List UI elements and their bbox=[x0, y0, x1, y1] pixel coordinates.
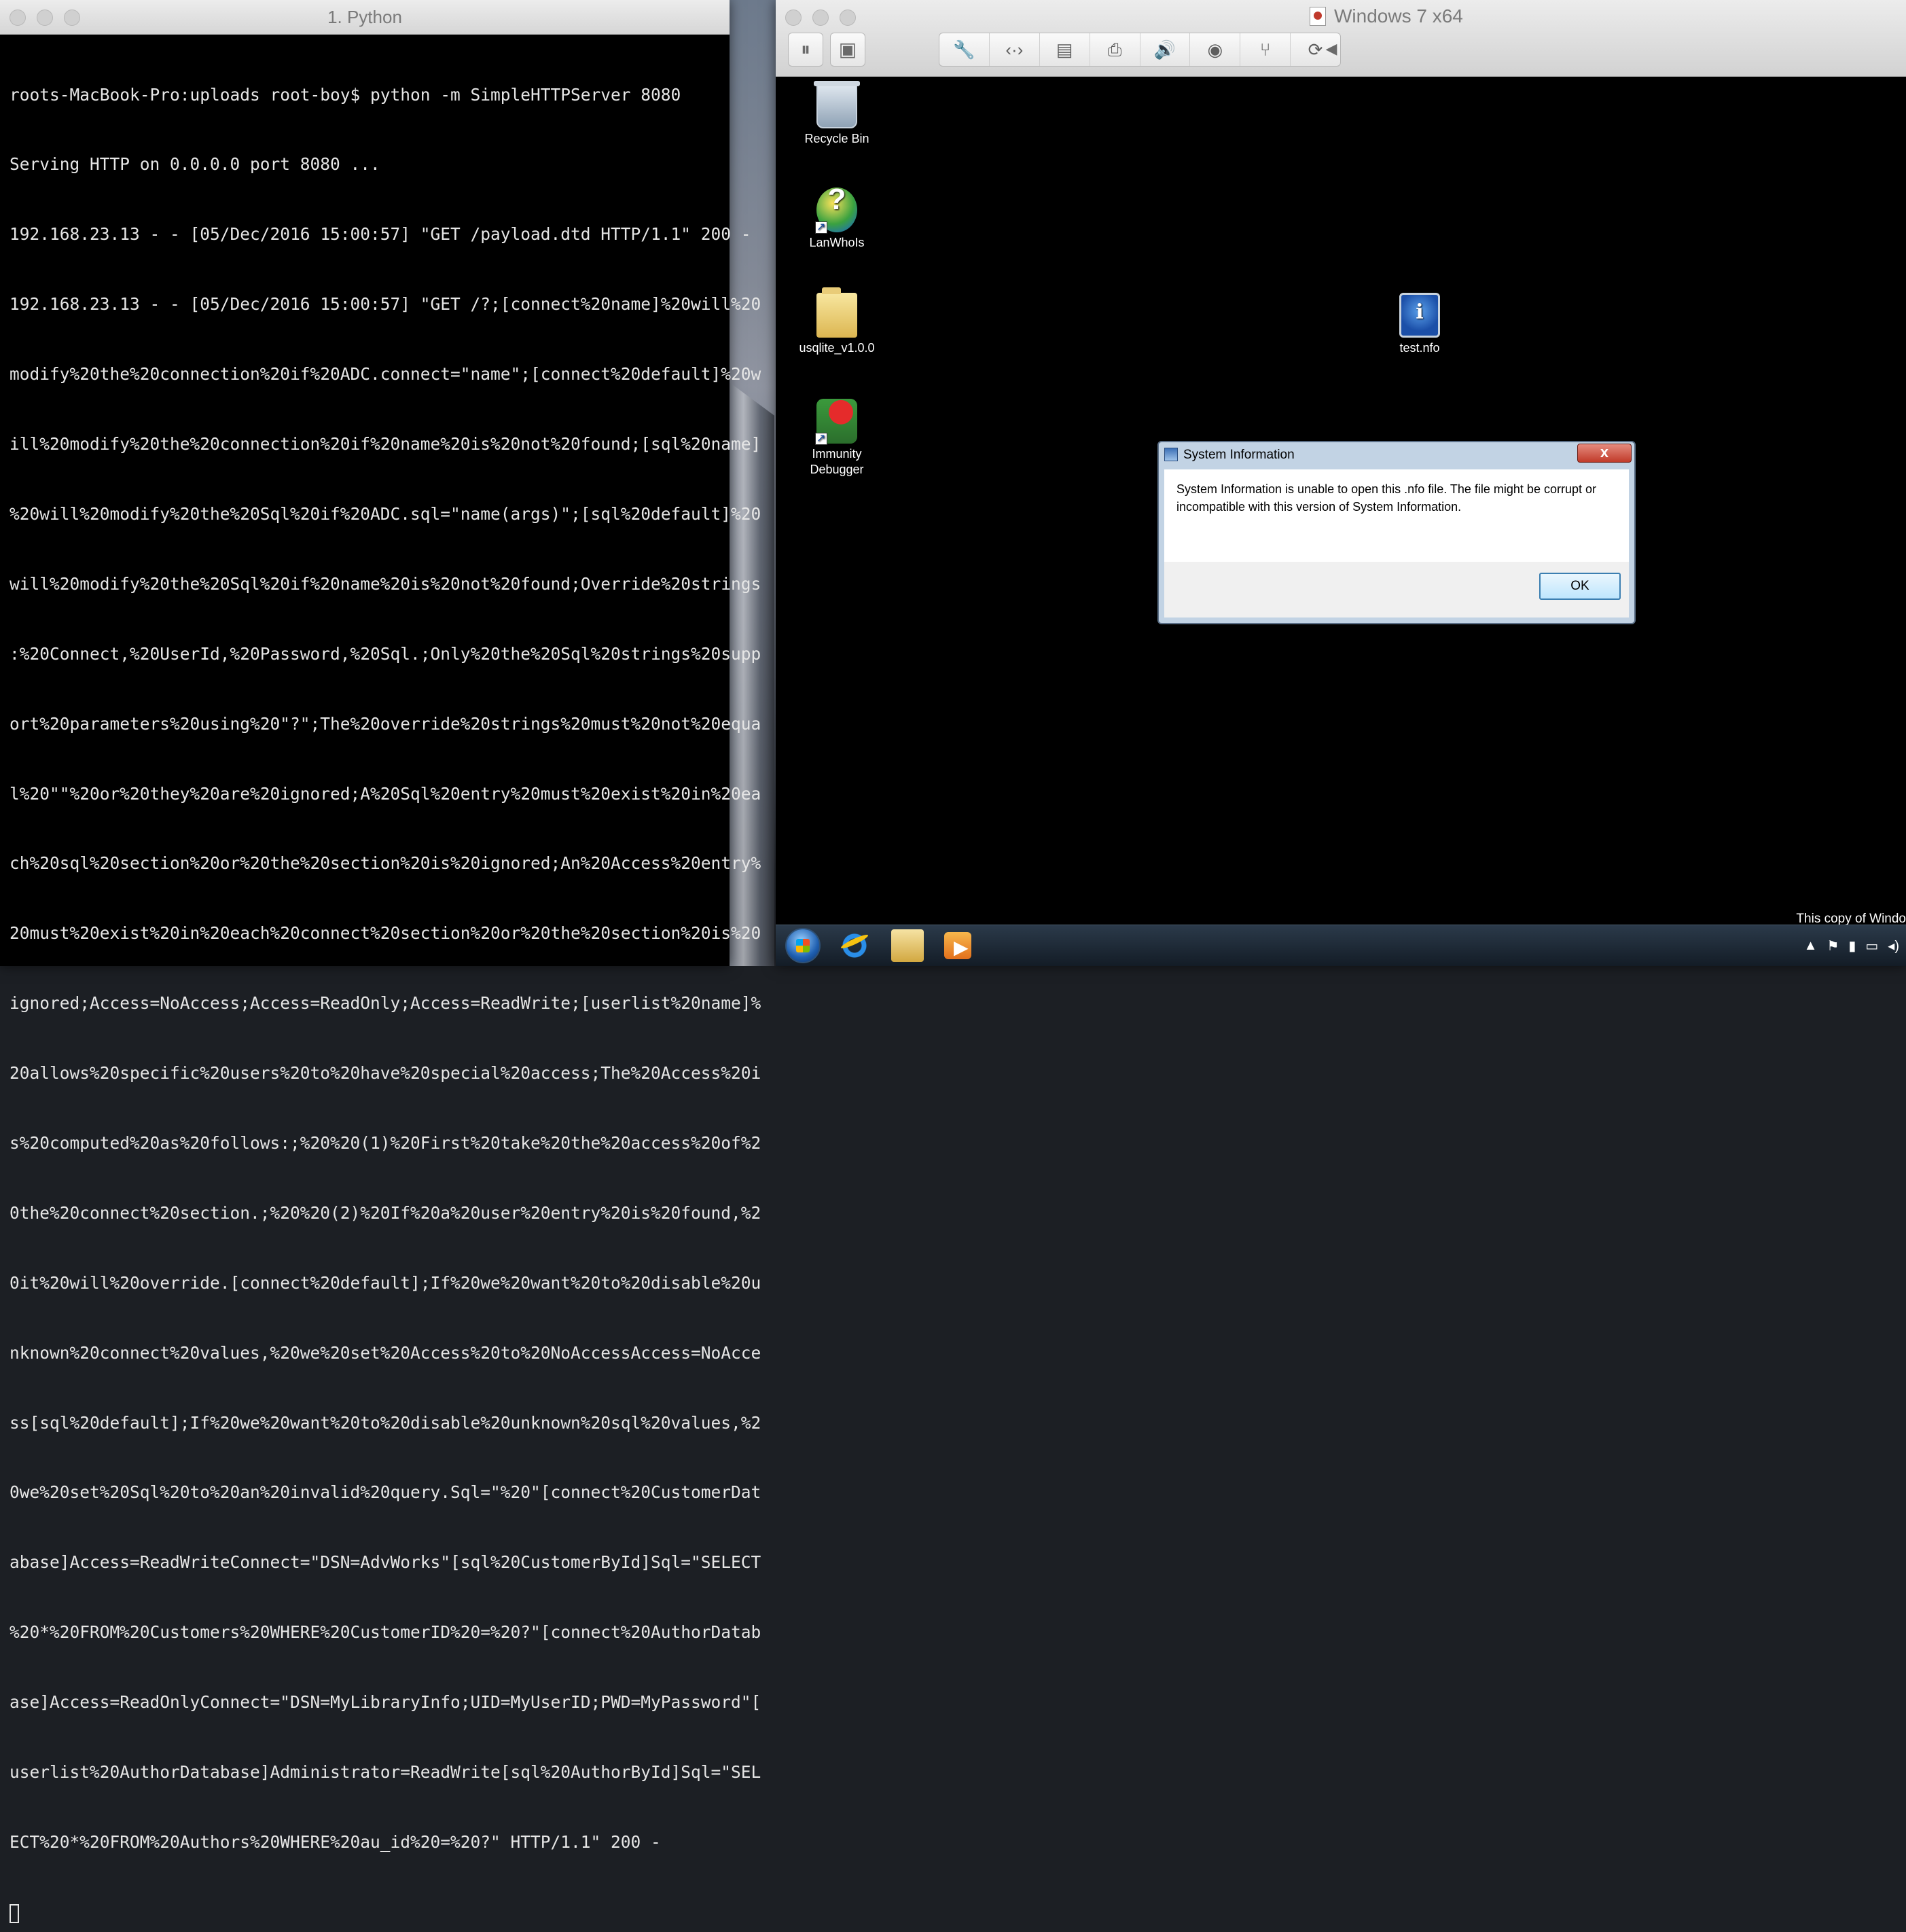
recycle-bin-icon bbox=[814, 81, 860, 128]
lanwhois-icon bbox=[815, 187, 857, 235]
terminal-line: l%20""%20or%20they%20are%20ignored;A%20S… bbox=[10, 783, 761, 804]
volume-icon[interactable]: ◂) bbox=[1888, 937, 1899, 954]
terminal-line: 0we%20set%20Sql%20to%20an%20invalid%20qu… bbox=[10, 1482, 761, 1503]
network-tray-icon[interactable]: ▭ bbox=[1865, 937, 1878, 954]
dialog-message: System Information is unable to open thi… bbox=[1176, 482, 1596, 514]
terminal-line: ase]Access=ReadOnlyConnect="DSN=MyLibrar… bbox=[10, 1692, 761, 1713]
terminal-line: ort%20parameters%20using%20"?";The%20ove… bbox=[10, 713, 761, 734]
nfo-file-icon bbox=[1399, 293, 1440, 338]
desktop-icon-recycle-bin[interactable]: Recycle Bin bbox=[796, 81, 878, 147]
pause-button[interactable]: ⏸ bbox=[788, 33, 823, 67]
windows-explorer-icon[interactable] bbox=[891, 929, 924, 962]
dialog-content: System Information is unable to open thi… bbox=[1164, 469, 1629, 562]
vm-desktop[interactable]: Recycle Bin LanWhoIs usqlite_v1.0.0 Immu… bbox=[776, 77, 1906, 966]
desktop-icon-label: usqlite_v1.0.0 bbox=[799, 341, 875, 355]
minimize-button[interactable] bbox=[812, 10, 829, 26]
show-hidden-icons-icon[interactable]: ▲ bbox=[1804, 938, 1818, 954]
desktop-icon-label: LanWhoIs bbox=[809, 236, 865, 249]
system-information-icon bbox=[1164, 448, 1178, 461]
folder-icon bbox=[816, 287, 857, 338]
dialog-title: System Information bbox=[1183, 448, 1295, 462]
terminal-line: 20must%20exist%20in%20each%20connect%20s… bbox=[10, 923, 761, 944]
terminal-title: 1. Python bbox=[327, 7, 402, 27]
terminal-line: 0the%20connect%20section.;%20%20(2)%20If… bbox=[10, 1202, 761, 1223]
zoom-button[interactable] bbox=[840, 10, 856, 26]
desktop-icon-test-nfo[interactable]: test.nfo bbox=[1379, 293, 1460, 356]
system-tray: ▲ ⚑ ▮ ▭ ◂) bbox=[1804, 925, 1906, 966]
terminal-line: 20allows%20specific%20users%20to%20have%… bbox=[10, 1063, 761, 1084]
terminal-line: 192.168.23.13 - - [05/Dec/2016 15:00:57]… bbox=[10, 294, 761, 315]
debugger-icon bbox=[815, 399, 857, 446]
close-button[interactable] bbox=[785, 10, 802, 26]
terminal-line: ECT%20*%20FROM%20Authors%20WHERE%20au_id… bbox=[10, 1831, 661, 1852]
shortcut-arrow-icon bbox=[815, 431, 827, 446]
terminal-titlebar[interactable]: 1. Python bbox=[0, 0, 730, 35]
power-icon[interactable]: ▮ bbox=[1848, 937, 1856, 954]
desktop-icon-label: test.nfo bbox=[1399, 341, 1440, 355]
desktop-icon-lanwhois[interactable]: LanWhoIs bbox=[796, 187, 878, 251]
settings-wrench-icon[interactable]: 🔧 bbox=[939, 33, 990, 66]
printer-icon[interactable]: ⎙ bbox=[1090, 33, 1140, 66]
media-player-icon[interactable] bbox=[944, 932, 971, 959]
vm-title-icon bbox=[1310, 7, 1326, 26]
terminal-line: ignored;Access=NoAccess;Access=ReadOnly;… bbox=[10, 993, 761, 1014]
collapse-toolbar-icon[interactable]: ◀ bbox=[1322, 33, 1341, 67]
terminal-line: will%20modify%20the%20Sql%20if%20name%20… bbox=[10, 573, 761, 594]
terminal-line: %20*%20FROM%20Customers%20WHERE%20Custom… bbox=[10, 1622, 761, 1643]
terminal-window[interactable]: 1. Python roots-MacBook-Pro:uploads root… bbox=[0, 0, 761, 1923]
windows-taskbar: ▲ ⚑ ▮ ▭ ◂) bbox=[776, 925, 1906, 966]
terminal-line: modify%20the%20connection%20if%20ADC.con… bbox=[10, 364, 761, 384]
ok-button[interactable]: OK bbox=[1539, 573, 1621, 600]
vm-toolbar: 🔧 ‹·› ▤ ⎙ 🔊 ◉ ⑂ ⟳ bbox=[939, 33, 1341, 67]
terminal-line: 192.168.23.13 - - [05/Dec/2016 15:00:57]… bbox=[10, 224, 751, 245]
dialog-close-button[interactable]: x bbox=[1577, 444, 1632, 463]
terminal-line: s%20computed%20as%20follows:;%20%20(1)%2… bbox=[10, 1132, 761, 1153]
terminal-line: %20will%20modify%20the%20Sql%20if%20ADC.… bbox=[10, 503, 761, 524]
terminal-cursor bbox=[10, 1903, 19, 1923]
terminal-line: userlist%20AuthorDatabase]Administrator=… bbox=[10, 1761, 761, 1782]
vm-window[interactable]: Windows 7 x64 ⏸ ▣ 🔧 ‹·› ▤ ⎙ 🔊 ◉ ⑂ ⟳ ◀ Re… bbox=[776, 0, 1906, 966]
network-icon[interactable]: ‹·› bbox=[990, 33, 1040, 66]
hard-disk-icon[interactable]: ▤ bbox=[1040, 33, 1090, 66]
terminal-line: nknown%20connect%20values,%20we%20set%20… bbox=[10, 1342, 761, 1363]
terminal-line: ss[sql%20default];If%20we%20want%20to%20… bbox=[10, 1412, 761, 1433]
terminal-line: Serving HTTP on 0.0.0.0 port 8080 ... bbox=[10, 154, 380, 175]
system-information-dialog[interactable]: System Information x System Information … bbox=[1157, 441, 1636, 624]
terminal-line: :%20Connect,%20UserId,%20Password,%20Sql… bbox=[10, 643, 761, 664]
desktop-wallpaper-rock bbox=[727, 380, 774, 966]
desktop-icon-immunity-debugger[interactable]: Immunity Debugger bbox=[796, 399, 878, 478]
sound-icon[interactable]: 🔊 bbox=[1140, 33, 1191, 66]
vm-titlebar[interactable]: Windows 7 x64 ⏸ ▣ 🔧 ‹·› ▤ ⎙ 🔊 ◉ ⑂ ⟳ ◀ bbox=[776, 0, 1906, 77]
desktop-icon-label: Recycle Bin bbox=[804, 132, 869, 145]
start-button[interactable] bbox=[785, 928, 821, 963]
desktop-icon-usqlite[interactable]: usqlite_v1.0.0 bbox=[796, 287, 878, 356]
terminal-line: ill%20modify%20the%20connection%20if%20n… bbox=[10, 434, 761, 454]
dialog-footer: OK bbox=[1164, 562, 1629, 618]
usb-icon[interactable]: ⑂ bbox=[1240, 33, 1291, 66]
dialog-titlebar[interactable]: System Information x bbox=[1159, 442, 1634, 469]
shortcut-arrow-icon bbox=[815, 219, 827, 235]
terminal-line: 0it%20will%20override.[connect%20default… bbox=[10, 1272, 761, 1293]
terminal-output[interactable]: roots-MacBook-Pro:uploads root-boy$ pyth… bbox=[10, 37, 761, 1932]
action-center-flag-icon[interactable]: ⚑ bbox=[1827, 937, 1839, 954]
internet-explorer-icon[interactable] bbox=[838, 929, 871, 962]
desktop-icon-label: Immunity Debugger bbox=[810, 447, 864, 476]
snapshot-button[interactable]: ▣ bbox=[830, 33, 865, 67]
terminal-line: roots-MacBook-Pro:uploads root-boy$ pyth… bbox=[10, 84, 681, 105]
terminal-cursor-line bbox=[10, 1901, 723, 1924]
terminal-line: abase]Access=ReadWriteConnect="DSN=AdvWo… bbox=[10, 1552, 761, 1573]
terminal-line: ch%20sql%20section%20or%20the%20section%… bbox=[10, 853, 761, 874]
vm-title: Windows 7 x64 bbox=[1334, 5, 1463, 26]
camera-icon[interactable]: ◉ bbox=[1190, 33, 1241, 66]
